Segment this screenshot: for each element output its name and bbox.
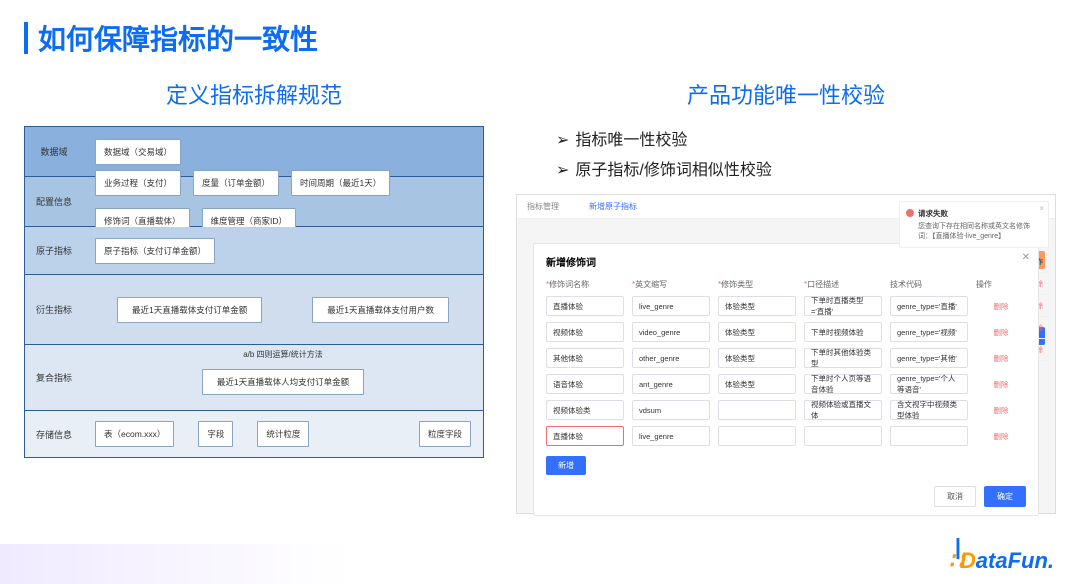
modifier-tech-input[interactable] [890,426,968,446]
modifier-name-input[interactable]: 其他体验 [546,348,624,368]
col-header: *口径描述 [804,279,882,290]
decomposition-diagram: 数据域 数据域（交易域） 配置信息 业务过程（支付） 度量（订单金额） 时间周期… [24,126,484,458]
box-field: 字段 [198,421,233,447]
modifier-type-select[interactable]: 体验类型 [718,348,796,368]
delete-row-link[interactable]: 删除 [976,327,1026,338]
modifier-desc-input[interactable]: 下单时直播类型='直播' [804,296,882,316]
pipe-icon: | [955,534,961,560]
left-column: 定义指标拆解规范 数据域 数据域（交易域） 配置信息 业务过程（支付） 度量（订… [24,78,484,514]
modifier-code-input[interactable]: ant_genre [632,374,710,394]
cancel-button[interactable]: 取消 [934,486,976,507]
modifier-type-select[interactable]: 体验类型 [718,296,796,316]
modifier-name-input[interactable]: 语音体验 [546,374,624,394]
col-header: *修饰词名称 [546,279,624,290]
modifier-tech-input[interactable]: genre_type='直播' [890,296,968,316]
left-heading: 定义指标拆解规范 [24,78,484,110]
box-grain: 统计粒度 [257,421,309,447]
col-header: 技术代码 [890,279,968,290]
modifier-name-input[interactable]: 视频体验类 [546,400,624,420]
modifier-name-input[interactable]: 视频体验 [546,322,624,342]
delete-row-link[interactable]: 删除 [976,431,1026,442]
modifier-tech-input[interactable]: genre_type='个人等语音' [890,374,968,394]
toast-title: 请求失败 [918,208,1042,219]
row-label-derived: 衍生指标 [25,275,83,344]
modifier-tech-input[interactable]: genre_type='视频' [890,322,968,342]
modifier-type-select[interactable]: 体验类型 [718,322,796,342]
modifier-desc-input[interactable]: 下单时其他体验类型 [804,348,882,368]
row-label-storage: 存储信息 [25,411,83,457]
box-derived-a: 最近1天直播载体支付订单金额 [117,297,262,323]
modifier-code-input[interactable]: live_genre [632,296,710,316]
chevron-right-icon: ➢ [556,160,569,180]
modifier-desc-input[interactable] [804,426,882,446]
delete-row-link[interactable]: 删除 [976,379,1026,390]
modifier-type-select[interactable] [718,400,796,420]
modifier-desc-input[interactable]: 视频体验或直播文体 [804,400,882,420]
row-label-config: 配置信息 [25,177,83,226]
right-heading: 产品功能唯一性校验 [516,78,1056,110]
col-header: *英文缩写 [632,279,710,290]
add-modifier-modal: ✕ 新增修饰词 *修饰词名称 *英文缩写 *修饰类型 *口径描述 技术代码 操作… [533,243,1039,516]
topbar-tab[interactable]: 指标管理 [527,201,559,212]
right-column: 产品功能唯一性校验 ➢指标唯一性校验 ➢原子指标/修饰词相似性校验 指标管理 新… [516,78,1056,514]
delete-row-link[interactable]: 删除 [976,405,1026,416]
title-text: 如何保障指标的一致性 [38,18,318,58]
box-table: 表（ecom.xxx） [95,421,174,447]
box-measure: 度量（订单金额） [193,170,279,196]
modifier-type-select[interactable] [718,426,796,446]
modifier-tech-input[interactable]: genre_type='其他' [890,348,968,368]
close-icon[interactable]: × [1039,204,1044,213]
add-row-button[interactable]: 新增 [546,456,586,475]
close-icon[interactable]: ✕ [1022,252,1030,263]
bullet-uniqueness: ➢指标唯一性校验 [556,126,1056,150]
bullet-similarity: ➢原子指标/修饰词相似性校验 [556,156,1056,180]
box-process: 业务过程（支付） [95,170,181,196]
row-label-atomic: 原子指标 [25,227,83,274]
error-toast: 请求失败 您查询下存在相同名称或英文名修饰词：【直播体验-live_genre】… [899,201,1049,248]
modifier-name-input-error[interactable]: 直播体验 [546,426,624,446]
modifier-desc-input[interactable]: 下单时视频体验 [804,322,882,342]
chevron-right-icon: ➢ [556,130,569,150]
box-period: 时间周期（最近1天） [291,170,390,196]
toast-body: 您查询下存在相同名称或英文名修饰词：【直播体验-live_genre】 [918,221,1042,241]
row-label-composite: 复合指标 [25,345,83,410]
slide-title: 如何保障指标的一致性 [24,18,1056,58]
modal-title: 新增修饰词 [546,254,1026,269]
modifier-type-select[interactable]: 体验类型 [718,374,796,394]
modifier-code-input[interactable]: other_genre [632,348,710,368]
box-composite: 最近1天直播载体人均支付订单金额 [202,369,364,395]
modifier-code-input[interactable]: video_genre [632,322,710,342]
title-marker [24,22,28,54]
modifier-code-input[interactable]: live_genre [632,426,710,446]
topbar-tab-active[interactable]: 新增原子指标 [589,201,637,212]
row-label-domain: 数据域 [25,127,83,176]
box-grain-field: 粒度字段 [419,421,471,447]
decorative-haze [0,544,350,584]
modifier-code-input[interactable]: vdsum [632,400,710,420]
brand-logo: ∷DataFun.| [949,548,1054,574]
delete-row-link[interactable]: 删除 [976,353,1026,364]
col-header: 操作 [976,279,1026,290]
delete-row-link[interactable]: 删除 [976,301,1026,312]
modifier-tech-input[interactable]: 含文视字中视频类型体验 [890,400,968,420]
product-screenshot: 指标管理 新增原子指标 申请单 请求失败 您查询下存在相同名称或英文名修饰词：【… [516,194,1056,514]
ab-formula-label: a/b 四则运算/统计方法 [243,349,323,360]
col-header: *修饰类型 [718,279,796,290]
box-derived-b: 最近1天直播载体支付用户数 [312,297,449,323]
modifier-name-input[interactable]: 直播体验 [546,296,624,316]
box-atomic: 原子指标（支付订单金额） [95,238,215,264]
confirm-button[interactable]: 确定 [984,486,1026,507]
modifier-desc-input[interactable]: 下单时个人页等语音体验 [804,374,882,394]
